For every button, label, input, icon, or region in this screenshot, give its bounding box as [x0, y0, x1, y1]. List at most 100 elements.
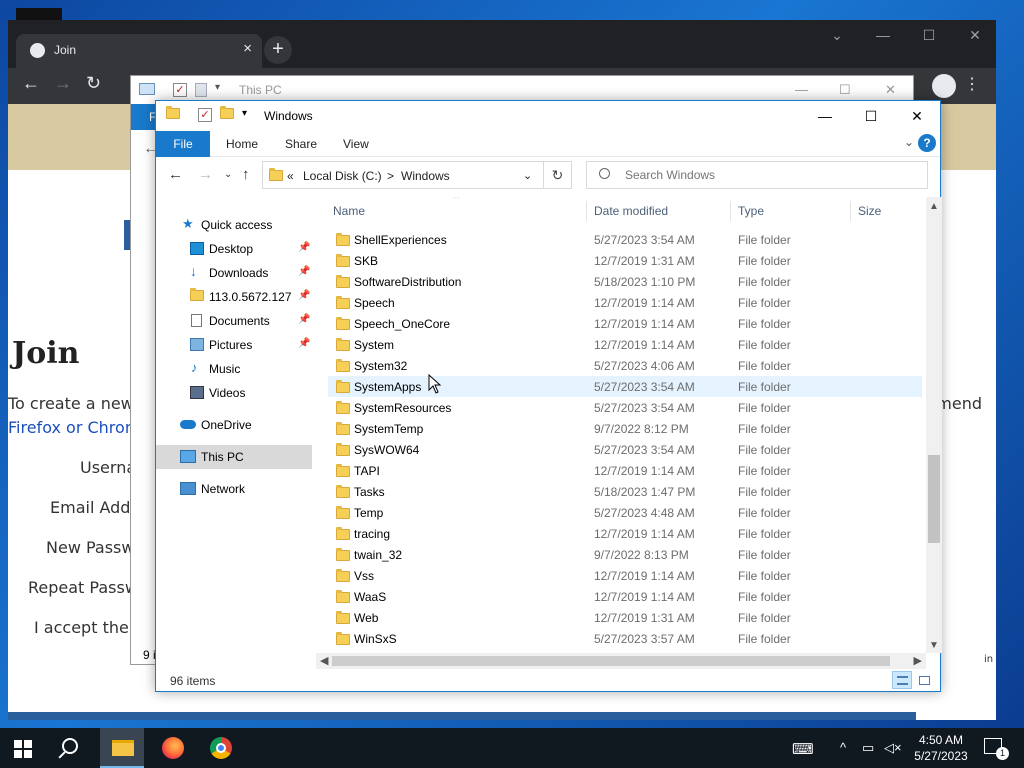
- tab-view[interactable]: View: [343, 137, 369, 151]
- recent-locations-icon[interactable]: ⌄: [224, 169, 232, 180]
- nav-item-music[interactable]: ♪ Music: [156, 357, 312, 381]
- maximize-icon[interactable]: ☐: [906, 20, 952, 50]
- close-icon[interactable]: ✕: [952, 20, 998, 50]
- column-type[interactable]: Type: [738, 204, 764, 218]
- breadcrumb-overflow[interactable]: «: [287, 169, 294, 183]
- table-row[interactable]: twain_32 9/7/2022 8:13 PM File folder: [328, 544, 922, 565]
- breadcrumb-separator[interactable]: >: [387, 169, 394, 183]
- scroll-thumb[interactable]: [928, 455, 940, 543]
- taskbar-firefox[interactable]: [150, 728, 194, 768]
- table-row[interactable]: WinSxS 5/27/2023 3:57 AM File folder: [328, 628, 922, 649]
- search-box[interactable]: [586, 161, 928, 189]
- nav-item-documents[interactable]: Documents 📌: [156, 309, 312, 333]
- bg-minimize-icon[interactable]: —: [795, 82, 808, 97]
- chevron-down-icon[interactable]: ⌄: [814, 20, 860, 50]
- scroll-down-icon[interactable]: ▼: [929, 640, 939, 651]
- table-row[interactable]: SystemApps 5/27/2023 3:54 AM File folder: [328, 376, 922, 397]
- table-row[interactable]: Speech_OneCore 12/7/2019 1:14 AM File fold…: [328, 313, 922, 334]
- expand-ribbon-icon[interactable]: ⌄: [904, 135, 914, 149]
- scroll-up-icon[interactable]: ▲: [929, 201, 939, 212]
- table-row[interactable]: SysWOW64 5/27/2023 3:54 AM File folder: [328, 439, 922, 460]
- taskbar-search-icon[interactable]: [62, 738, 78, 754]
- address-dropdown-icon[interactable]: ⌄: [523, 169, 532, 182]
- nav-item-version-folder[interactable]: 113.0.5672.127 📌: [156, 285, 312, 309]
- tab-home[interactable]: Home: [226, 137, 258, 151]
- nav-item-this-pc[interactable]: This PC: [156, 445, 312, 469]
- table-row[interactable]: tracing 12/7/2019 1:14 AM File folder: [328, 523, 922, 544]
- nav-item-downloads[interactable]: ↓ Downloads 📌: [156, 261, 312, 285]
- nav-item-network[interactable]: Network: [156, 477, 312, 501]
- table-row[interactable]: System 12/7/2019 1:14 AM File folder: [328, 334, 922, 355]
- table-row[interactable]: Speech 12/7/2019 1:14 AM File folder: [328, 292, 922, 313]
- table-row[interactable]: SystemResources 5/27/2023 3:54 AM File fol…: [328, 397, 922, 418]
- new-folder-icon[interactable]: [220, 106, 234, 122]
- details-view-icon[interactable]: [892, 671, 912, 689]
- scroll-left-icon[interactable]: ◀: [320, 654, 328, 667]
- column-divider[interactable]: [586, 201, 587, 221]
- forward-arrow-icon[interactable]: →: [54, 73, 72, 94]
- table-row[interactable]: SoftwareDistribution 5/18/2023 1:10 PM Fil…: [328, 271, 922, 292]
- explorer-titlebar[interactable]: ✓ ▾ Windows — ☐ ✕: [156, 101, 940, 131]
- taskbar-chrome[interactable]: [198, 728, 242, 768]
- chrome-tab-join[interactable]: Join ×: [16, 34, 262, 68]
- horizontal-scrollbar[interactable]: ◀ ▶: [316, 653, 926, 669]
- search-input[interactable]: [625, 168, 915, 182]
- bg-close-icon[interactable]: ✕: [885, 82, 896, 98]
- keyboard-icon[interactable]: ⌨: [792, 740, 814, 758]
- new-tab-button[interactable]: +: [264, 36, 292, 64]
- help-icon[interactable]: ?: [918, 134, 936, 152]
- table-row[interactable]: System32 5/27/2023 4:06 AM File folder: [328, 355, 922, 376]
- scroll-right-icon[interactable]: ▶: [914, 654, 922, 667]
- clock[interactable]: 4:50 AM 5/27/2023: [906, 732, 976, 764]
- close-icon[interactable]: ✕: [894, 103, 940, 129]
- column-divider[interactable]: [730, 201, 731, 221]
- volume-mute-icon[interactable]: ◁×: [884, 740, 902, 756]
- table-row[interactable]: Tasks 5/18/2023 1:47 PM File folder: [328, 481, 922, 502]
- close-tab-icon[interactable]: ×: [243, 40, 252, 57]
- table-row[interactable]: Web 12/7/2019 1:31 AM File folder: [328, 607, 922, 628]
- tab-file[interactable]: File: [156, 131, 210, 157]
- properties-icon[interactable]: ✓: [198, 108, 212, 122]
- minimize-icon[interactable]: —: [860, 20, 906, 50]
- large-icons-view-icon[interactable]: [914, 671, 934, 689]
- windows-start-icon[interactable]: [14, 740, 32, 758]
- address-bar[interactable]: « Local Disk (C:) > Windows ⌄: [262, 161, 544, 189]
- column-date[interactable]: Date modified: [594, 204, 668, 218]
- refresh-icon[interactable]: ↻: [544, 161, 572, 189]
- nav-quick-access[interactable]: ★ Quick access: [156, 213, 312, 237]
- table-row[interactable]: ShellExperiences 5/27/2023 3:54 AM File fo…: [328, 229, 922, 250]
- kebab-menu-icon[interactable]: ⋮: [964, 74, 980, 94]
- nav-item-onedrive[interactable]: OneDrive: [156, 413, 312, 437]
- reload-icon[interactable]: ↻: [86, 73, 101, 94]
- table-row[interactable]: TAPI 12/7/2019 1:14 AM File folder: [328, 460, 922, 481]
- tab-share[interactable]: Share: [285, 137, 317, 151]
- up-arrow-icon[interactable]: ↑: [242, 166, 250, 183]
- customize-qa-dropdown-icon[interactable]: ▾: [242, 108, 247, 119]
- breadcrumb-local-disk[interactable]: Local Disk (C:): [303, 169, 382, 183]
- back-arrow-icon[interactable]: ←: [168, 166, 183, 183]
- nav-item-desktop[interactable]: Desktop 📌: [156, 237, 312, 261]
- table-row[interactable]: WaaS 12/7/2019 1:14 AM File folder: [328, 586, 922, 607]
- minimize-icon[interactable]: —: [802, 103, 848, 129]
- notification-center-icon[interactable]: 1: [984, 738, 1009, 760]
- table-row[interactable]: SystemTemp 9/7/2022 8:12 PM File folder: [328, 418, 922, 439]
- nav-item-videos[interactable]: Videos: [156, 381, 312, 405]
- column-size[interactable]: Size: [858, 204, 881, 218]
- column-divider[interactable]: [850, 201, 851, 221]
- breadcrumb-windows[interactable]: Windows: [401, 169, 450, 183]
- column-name[interactable]: Name: [333, 204, 365, 218]
- vertical-scrollbar[interactable]: ▲ ▼: [926, 197, 942, 653]
- back-arrow-icon[interactable]: ←: [22, 73, 40, 94]
- qa-dropdown-icon[interactable]: ▾: [215, 82, 220, 93]
- table-row[interactable]: SKB 12/7/2019 1:31 AM File folder: [328, 250, 922, 271]
- nav-item-pictures[interactable]: Pictures 📌: [156, 333, 312, 357]
- forward-arrow-icon[interactable]: →: [198, 166, 213, 183]
- table-row[interactable]: Vss 12/7/2019 1:14 AM File folder: [328, 565, 922, 586]
- scroll-thumb-horizontal[interactable]: [332, 656, 890, 666]
- taskbar-file-explorer[interactable]: [100, 728, 144, 768]
- browser-link[interactable]: Firefox or Chron: [8, 418, 135, 437]
- maximize-icon[interactable]: ☐: [848, 103, 894, 129]
- bg-maximize-icon[interactable]: ☐: [839, 82, 851, 98]
- profile-avatar-icon[interactable]: [932, 74, 956, 98]
- network-tray-icon[interactable]: ▭: [862, 740, 874, 756]
